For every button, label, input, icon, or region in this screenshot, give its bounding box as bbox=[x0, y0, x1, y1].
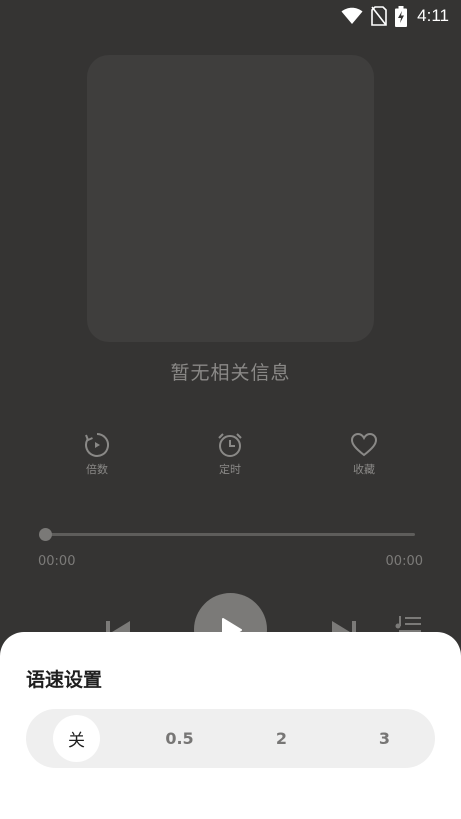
progress-thumb[interactable] bbox=[39, 528, 52, 541]
favorite-button[interactable]: 收藏 bbox=[334, 432, 394, 477]
total-time: 00:00 bbox=[385, 554, 423, 569]
speed-settings-sheet: 语速设置 关 0.5 2 3 bbox=[0, 632, 461, 819]
speed-button[interactable]: 倍数 bbox=[67, 432, 127, 477]
current-time: 00:00 bbox=[38, 554, 76, 569]
speed-option-group: 关 0.5 2 3 bbox=[26, 709, 435, 768]
timer-label: 定时 bbox=[219, 463, 241, 476]
status-time: 4:11 bbox=[417, 6, 449, 25]
speed-option-0-5[interactable]: 0.5 bbox=[156, 715, 203, 762]
heart-icon bbox=[351, 432, 377, 457]
wifi-icon bbox=[341, 7, 363, 24]
progress-track[interactable] bbox=[45, 533, 415, 536]
speed-option-off[interactable]: 关 bbox=[53, 715, 100, 762]
no-sim-icon bbox=[371, 6, 387, 26]
speed-icon bbox=[85, 433, 109, 457]
sheet-title: 语速设置 bbox=[26, 669, 103, 691]
no-info-text: 暂无相关信息 bbox=[170, 362, 291, 384]
timer-button[interactable]: 定时 bbox=[200, 432, 260, 477]
speed-option-2[interactable]: 2 bbox=[258, 715, 305, 762]
alarm-clock-icon bbox=[218, 433, 242, 457]
album-art bbox=[87, 55, 374, 342]
action-row: 倍数 定时 收藏 bbox=[0, 432, 461, 482]
status-bar: 4:11 bbox=[0, 0, 461, 32]
battery-charging-icon bbox=[395, 5, 408, 27]
speed-label: 倍数 bbox=[86, 463, 108, 476]
favorite-label: 收藏 bbox=[353, 463, 375, 476]
speed-option-3[interactable]: 3 bbox=[361, 715, 408, 762]
